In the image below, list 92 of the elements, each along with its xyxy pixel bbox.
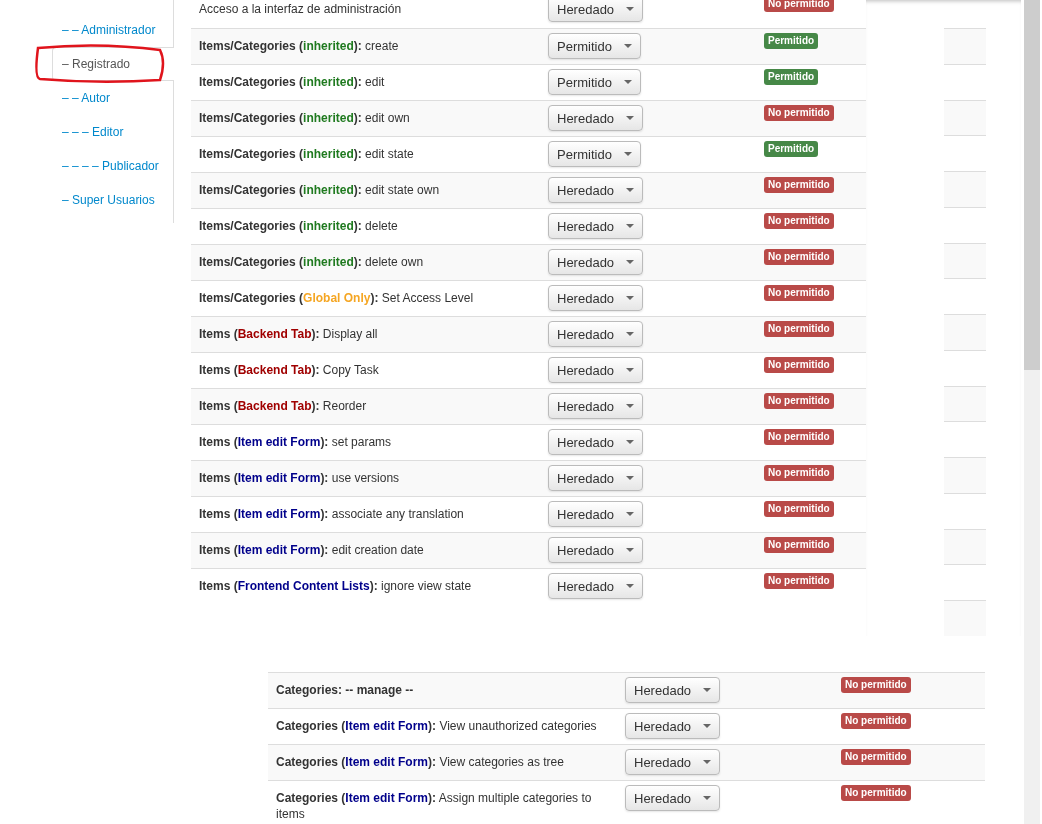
permission-label: Items/Categories (inherited): edit state: [198, 146, 415, 163]
group-tab[interactable]: – – – Editor: [47, 115, 173, 149]
caret-icon: [703, 724, 712, 728]
status-badge: No permitido: [764, 321, 834, 337]
caret-icon: [626, 476, 635, 480]
permission-label: Categories: -- manage --: [275, 682, 415, 699]
status-badge: No permitido: [764, 537, 834, 553]
caret-icon: [623, 152, 632, 156]
permission-label: Items/Categories (inherited): edit own: [198, 110, 411, 127]
scrollbar[interactable]: [1024, 0, 1040, 824]
caret-icon: [626, 368, 635, 372]
permission-dropdown[interactable]: Heredado: [548, 501, 644, 527]
caret-icon: [703, 760, 712, 764]
scrollbar-thumb[interactable]: [1024, 0, 1040, 370]
permission-label: Items (Backend Tab): Display all: [198, 326, 379, 343]
permission-dropdown[interactable]: Heredado: [625, 749, 721, 775]
status-badge: Permitido: [764, 33, 819, 49]
status-badge: No permitido: [764, 0, 834, 12]
caret-icon: [626, 224, 635, 228]
permission-dropdown[interactable]: Heredado: [548, 213, 644, 239]
caret-icon: [623, 80, 632, 84]
group-tab[interactable]: – – Administrador: [47, 13, 173, 47]
status-badge: No permitido: [764, 213, 834, 229]
caret-icon: [626, 116, 635, 120]
status-badge: Permitido: [764, 69, 819, 85]
status-badge: No permitido: [764, 465, 834, 481]
permission-dropdown[interactable]: Heredado: [548, 429, 644, 455]
permission-dropdown[interactable]: Heredado: [548, 573, 644, 599]
group-tab[interactable]: – Registrado: [52, 47, 174, 81]
status-badge: No permitido: [841, 713, 911, 729]
permission-dropdown[interactable]: Heredado: [548, 357, 644, 383]
permission-label: Categories (Item edit Form): Assign multiple categories to items: [275, 790, 593, 823]
permission-label: Items (Item edit Form): edit creation date: [198, 542, 425, 559]
permission-dropdown[interactable]: Heredado: [625, 785, 721, 811]
permission-label: Items/Categories (inherited): delete: [198, 218, 399, 235]
permission-label: Categories (Item edit Form): View categories as tree: [275, 754, 565, 771]
permission-dropdown[interactable]: Permitido: [548, 69, 641, 95]
caret-icon: [626, 512, 635, 516]
caret-icon: [703, 796, 712, 800]
permission-dropdown[interactable]: Heredado: [548, 249, 644, 275]
caret-icon: [623, 44, 632, 48]
permission-dropdown[interactable]: Heredado: [548, 393, 644, 419]
permission-dropdown[interactable]: Heredado: [548, 105, 644, 131]
permission-label: Categories (Item edit Form): View unauthorized categories: [275, 718, 598, 735]
permission-label: Items (Item edit Form): associate any translation: [198, 506, 465, 523]
status-badge: No permitido: [764, 177, 834, 193]
status-badge: No permitido: [764, 285, 834, 301]
permission-dropdown[interactable]: Heredado: [625, 677, 721, 703]
group-tab[interactable]: – – – – Publicador: [47, 149, 173, 183]
group-tab[interactable]: – Super Usuarios: [47, 183, 173, 217]
caret-icon: [626, 584, 635, 588]
caret-icon: [626, 404, 635, 408]
permission-dropdown[interactable]: Permitido: [548, 141, 641, 167]
status-badge: No permitido: [764, 573, 834, 589]
status-badge: No permitido: [764, 429, 834, 445]
permission-label: Items (Frontend Content Lists): ignore view state: [198, 578, 473, 595]
status-badge: No permitido: [764, 249, 834, 265]
status-badge: Permitido: [764, 141, 819, 157]
status-badge: No permitido: [764, 501, 834, 517]
permission-dropdown[interactable]: Permitido: [548, 33, 641, 59]
caret-icon: [626, 7, 635, 11]
permission-dropdown[interactable]: Heredado: [548, 0, 644, 22]
caret-icon: [703, 688, 712, 692]
status-badge: No permitido: [841, 785, 911, 801]
caret-icon: [626, 440, 635, 444]
caret-icon: [626, 548, 635, 552]
permission-label: Items/Categories (inherited): edit state own: [198, 182, 441, 199]
status-badge: No permitido: [841, 677, 911, 693]
permission-label: Acceso a la interfaz de administración: [198, 1, 403, 18]
caret-icon: [626, 188, 635, 192]
caret-icon: [626, 260, 635, 264]
caret-icon: [626, 296, 635, 300]
permission-dropdown[interactable]: Heredado: [548, 321, 644, 347]
permission-label: Items (Backend Tab): Reorder: [198, 398, 368, 415]
status-badge: No permitido: [764, 393, 834, 409]
permission-label: Items/Categories (inherited): create: [198, 38, 400, 55]
permission-label: Items (Item edit Form): set params: [198, 434, 393, 451]
permission-dropdown[interactable]: Heredado: [548, 537, 644, 563]
permission-label: Items/Categories (inherited): delete own: [198, 254, 425, 271]
caret-icon: [626, 332, 635, 336]
status-badge: No permitido: [764, 357, 834, 373]
permission-dropdown[interactable]: Heredado: [548, 285, 644, 311]
permission-label: Items/Categories (inherited): edit: [198, 74, 386, 91]
group-tab[interactable]: – – Autor: [47, 81, 173, 115]
permission-dropdown[interactable]: Heredado: [548, 465, 644, 491]
status-badge: No permitido: [841, 749, 911, 765]
permission-dropdown[interactable]: Heredado: [548, 177, 644, 203]
status-badge: No permitido: [764, 105, 834, 121]
permission-label: Items (Backend Tab): Copy Task: [198, 362, 380, 379]
permission-label: Items (Item edit Form): use versions: [198, 470, 401, 487]
permission-dropdown[interactable]: Heredado: [625, 713, 721, 739]
permission-label: Items/Categories (Global Only): Set Access Level: [198, 290, 475, 307]
